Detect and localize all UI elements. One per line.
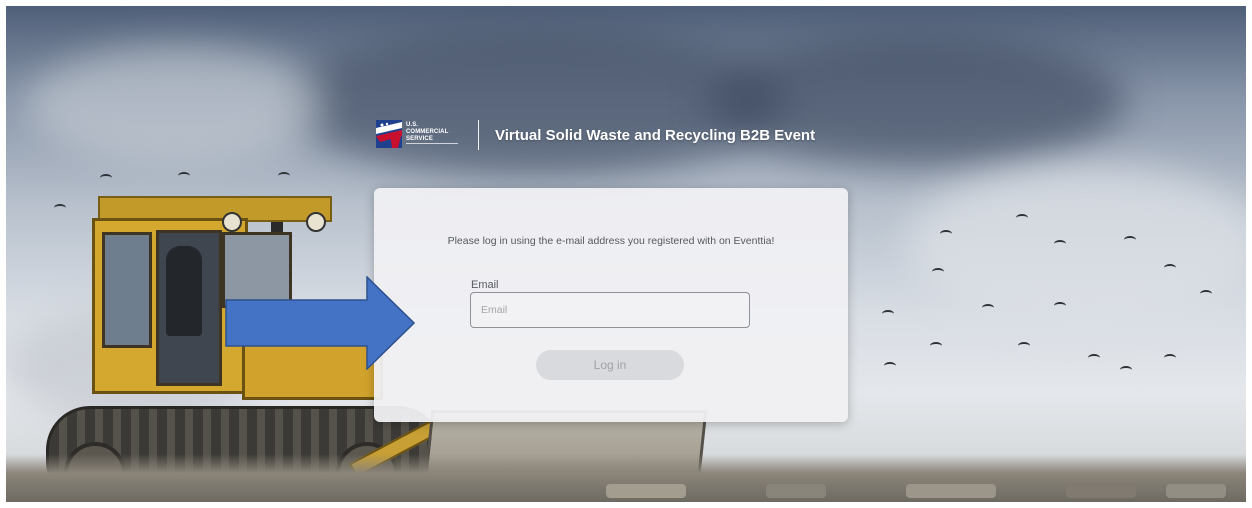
debris — [1066, 484, 1136, 498]
debris — [766, 484, 826, 498]
bird-icon — [1088, 354, 1100, 362]
debris — [606, 484, 686, 498]
bird-icon — [1200, 290, 1212, 298]
bird-icon — [1018, 342, 1030, 350]
flag-icon — [376, 120, 402, 148]
event-title: Virtual Solid Waste and Recycling B2B Ev… — [495, 126, 816, 144]
bird-icon — [930, 342, 942, 350]
brand-divider — [478, 120, 479, 150]
login-card: Please log in using the e-mail address y… — [374, 188, 848, 422]
bird-icon — [1054, 302, 1066, 310]
right-arrow-icon — [225, 276, 415, 370]
bird-icon — [178, 172, 190, 180]
logo-text: U.S. COMMERCIAL SERVICE — [406, 122, 449, 142]
bird-icon — [1054, 240, 1066, 248]
login-page-background: U.S. COMMERCIAL SERVICE Virtual Solid Wa… — [6, 6, 1246, 502]
bird-icon — [932, 268, 944, 276]
bird-icon — [54, 204, 66, 212]
bird-icon — [278, 172, 290, 180]
email-label: Email — [471, 279, 499, 291]
login-button[interactable]: Log in — [536, 350, 684, 380]
bird-icon — [884, 362, 896, 370]
bird-icon — [940, 230, 952, 238]
bird-icon — [982, 304, 994, 312]
us-commercial-service-logo-icon: U.S. COMMERCIAL SERVICE — [376, 116, 460, 154]
cloud — [26, 46, 326, 166]
bird-icon — [100, 174, 112, 182]
login-instructions: Please log in using the e-mail address y… — [447, 235, 775, 247]
email-field[interactable] — [470, 292, 750, 328]
bird-icon — [1124, 236, 1136, 244]
bird-icon — [882, 310, 894, 318]
bird-icon — [1164, 354, 1176, 362]
debris — [906, 484, 996, 498]
brand-header: U.S. COMMERCIAL SERVICE Virtual Solid Wa… — [376, 116, 815, 154]
cloud — [906, 166, 1246, 326]
bird-icon — [1120, 366, 1132, 374]
debris — [1166, 484, 1226, 498]
logo-underline — [406, 143, 458, 150]
bird-icon — [1016, 214, 1028, 222]
bird-icon — [1164, 264, 1176, 272]
